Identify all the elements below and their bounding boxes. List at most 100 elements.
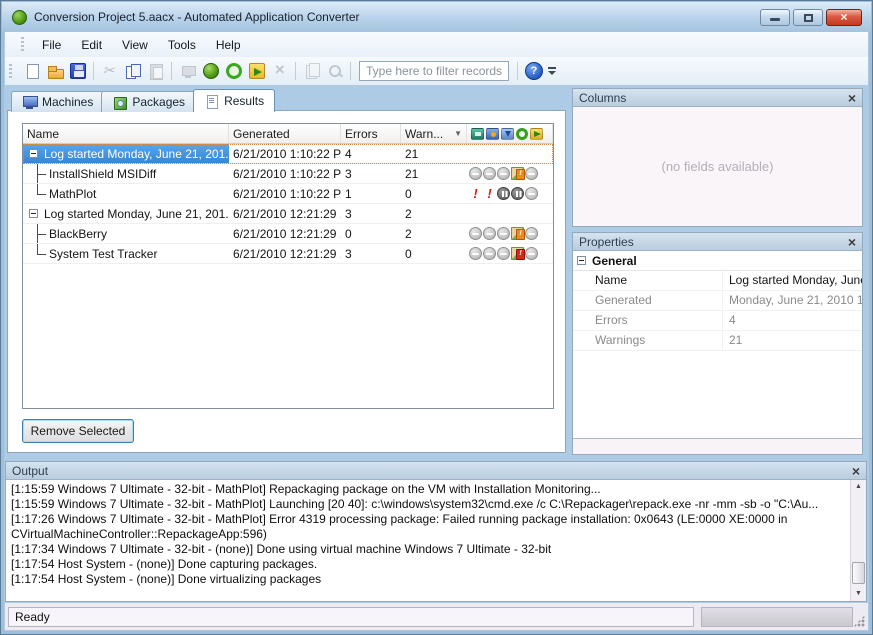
status-error-icon bbox=[483, 187, 496, 200]
collapse-expander-icon[interactable] bbox=[29, 209, 38, 218]
export-button[interactable] bbox=[245, 60, 268, 83]
status-none-icon bbox=[497, 167, 510, 180]
columns-panel-header[interactable]: Columns × bbox=[573, 89, 862, 107]
row-name: InstallShield MSIDiff bbox=[49, 167, 156, 181]
table-header: Name Generated Errors Warn...▼ bbox=[23, 124, 553, 144]
status-none-icon bbox=[497, 227, 510, 240]
help-button[interactable]: ? bbox=[525, 62, 543, 80]
row-generated: 6/21/2010 12:21:29 ... bbox=[229, 224, 341, 243]
row-name: Log started Monday, June 21, 201... bbox=[44, 207, 229, 221]
output-panel-header[interactable]: Output × bbox=[6, 462, 866, 480]
log-line: [1:17:54 Host System - (none)] Done virt… bbox=[11, 572, 844, 587]
open-button[interactable] bbox=[43, 60, 66, 83]
property-group-general[interactable]: General bbox=[573, 251, 862, 271]
collapse-expander-icon[interactable] bbox=[577, 256, 586, 265]
report-button[interactable] bbox=[300, 60, 323, 83]
status-none-icon bbox=[525, 227, 538, 240]
title-bar[interactable]: Conversion Project 5.aacx - Automated Ap… bbox=[2, 2, 871, 32]
app-window: Conversion Project 5.aacx - Automated Ap… bbox=[0, 0, 873, 635]
row-errors: 3 bbox=[341, 204, 401, 223]
properties-panel-header[interactable]: Properties × bbox=[573, 233, 862, 251]
status-none-icon bbox=[483, 227, 496, 240]
cut-button[interactable] bbox=[98, 60, 121, 83]
row-errors: 1 bbox=[341, 184, 401, 203]
table-row[interactable]: System Test Tracker 6/21/2010 12:21:29 .… bbox=[23, 244, 553, 264]
row-name: MathPlot bbox=[49, 187, 96, 201]
minimize-button[interactable] bbox=[760, 9, 790, 26]
close-icon[interactable]: × bbox=[848, 92, 856, 104]
output-scrollbar[interactable]: ▲ ▼ bbox=[850, 480, 866, 601]
row-status-icons bbox=[467, 184, 553, 203]
refresh-button[interactable] bbox=[222, 60, 245, 83]
toolbar-overflow-button[interactable] bbox=[546, 62, 558, 80]
table-row[interactable]: InstallShield MSIDiff 6/21/2010 1:10:22 … bbox=[23, 164, 553, 184]
close-icon[interactable]: × bbox=[848, 236, 856, 248]
scrollbar-thumb[interactable] bbox=[852, 562, 865, 584]
menu-view[interactable]: View bbox=[112, 35, 158, 55]
property-row[interactable]: Generated Monday, June 21, 2010 1:10 bbox=[573, 291, 862, 311]
column-header-generated[interactable]: Generated bbox=[229, 124, 341, 143]
close-button[interactable]: × bbox=[826, 9, 862, 26]
remove-selected-button[interactable]: Remove Selected bbox=[22, 419, 134, 443]
table-row[interactable]: MathPlot 6/21/2010 1:10:22 PM 1 0 bbox=[23, 184, 553, 204]
column-header-status-icons[interactable] bbox=[467, 124, 553, 143]
menu-help[interactable]: Help bbox=[206, 35, 251, 55]
run-conversion-button[interactable] bbox=[199, 60, 222, 83]
row-generated: 6/21/2010 12:21:29 ... bbox=[229, 244, 341, 263]
run-conversion-icon bbox=[203, 63, 219, 79]
collapse-expander-icon[interactable] bbox=[29, 149, 38, 158]
property-row[interactable]: Name Log started Monday, June bbox=[573, 271, 862, 291]
paste-button[interactable] bbox=[144, 60, 167, 83]
column-header-warnings[interactable]: Warn...▼ bbox=[401, 124, 467, 143]
filter-dropdown-icon[interactable]: ▼ bbox=[454, 129, 462, 138]
menu-file[interactable]: File bbox=[32, 35, 71, 55]
save-button[interactable] bbox=[66, 60, 89, 83]
results-tab-page: Name Generated Errors Warn...▼ Log start… bbox=[7, 110, 566, 453]
property-value: 21 bbox=[723, 331, 862, 350]
tab-packages[interactable]: Packages bbox=[101, 91, 196, 112]
cut-icon bbox=[102, 63, 118, 79]
row-errors: 0 bbox=[341, 224, 401, 243]
property-row[interactable]: Errors 4 bbox=[573, 311, 862, 331]
machine-status-column-icon bbox=[471, 128, 484, 140]
column-header-name[interactable]: Name bbox=[23, 124, 229, 143]
row-generated: 6/21/2010 1:10:22 PM bbox=[229, 184, 341, 203]
virtual-machine-icon bbox=[180, 63, 196, 79]
tree-branch bbox=[31, 164, 49, 183]
property-row[interactable]: Warnings 21 bbox=[573, 331, 862, 351]
table-row[interactable]: Log started Monday, June 21, 201... 6/21… bbox=[23, 204, 553, 224]
row-warnings: 21 bbox=[401, 144, 467, 163]
filter-input[interactable] bbox=[359, 61, 509, 81]
toolbar-separator bbox=[517, 62, 518, 80]
scroll-up-icon[interactable]: ▲ bbox=[851, 480, 866, 494]
row-errors: 3 bbox=[341, 244, 401, 263]
toolbar-grip[interactable] bbox=[9, 64, 12, 79]
property-value: 4 bbox=[723, 311, 862, 330]
table-row[interactable]: BlackBerry 6/21/2010 12:21:29 ... 0 2 bbox=[23, 224, 553, 244]
tab-results[interactable]: Results bbox=[193, 89, 275, 112]
scroll-down-icon[interactable]: ▼ bbox=[851, 587, 866, 601]
maximize-button[interactable] bbox=[793, 9, 823, 26]
property-label: Name bbox=[573, 271, 723, 290]
virtual-machine-button[interactable] bbox=[176, 60, 199, 83]
table-row[interactable]: Log started Monday, June 21, 201... 6/21… bbox=[23, 144, 553, 164]
status-none-icon bbox=[483, 167, 496, 180]
resize-grip[interactable] bbox=[853, 615, 865, 627]
stop-button[interactable] bbox=[268, 60, 291, 83]
properties-description-area bbox=[573, 438, 862, 454]
status-none-icon bbox=[497, 247, 510, 260]
copy-button[interactable] bbox=[121, 60, 144, 83]
menu-tools[interactable]: Tools bbox=[158, 35, 206, 55]
menu-edit[interactable]: Edit bbox=[71, 35, 112, 55]
search-button[interactable] bbox=[323, 60, 346, 83]
minimize-icon bbox=[770, 18, 780, 21]
close-icon[interactable]: × bbox=[852, 465, 860, 477]
output-log[interactable]: [1:15:59 Windows 7 Ultimate - 32-bit - M… bbox=[6, 480, 866, 601]
package-warning-icon bbox=[511, 227, 524, 240]
status-none-icon bbox=[483, 247, 496, 260]
column-header-errors[interactable]: Errors bbox=[341, 124, 401, 143]
new-button[interactable] bbox=[20, 60, 43, 83]
tab-machines[interactable]: Machines bbox=[11, 91, 104, 112]
menu-grip[interactable] bbox=[21, 37, 24, 52]
refresh-icon bbox=[226, 63, 242, 79]
